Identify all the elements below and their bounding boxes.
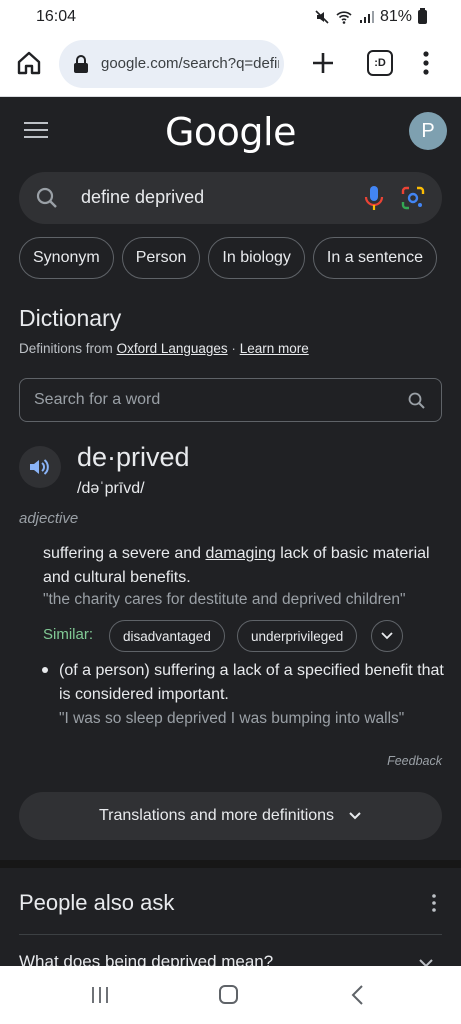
chevron-down-icon bbox=[349, 812, 361, 820]
translations-label: Translations and more definitions bbox=[98, 807, 335, 824]
lens-icon[interactable] bbox=[400, 185, 426, 211]
definition-1: suffering a severe and damaging lack of … bbox=[43, 542, 433, 590]
damaging-link[interactable]: damaging bbox=[205, 545, 275, 562]
status-icons: 81% bbox=[314, 8, 427, 26]
wifi-icon bbox=[336, 11, 352, 24]
back-icon[interactable] bbox=[350, 984, 364, 1006]
dictionary-word: de·prived bbox=[77, 442, 190, 472]
url-text: google.com/search?q=define+deprived bbox=[101, 55, 279, 72]
more-vert-icon[interactable] bbox=[430, 893, 438, 913]
dictionary-source: Definitions from Oxford Languages · Lear… bbox=[19, 341, 309, 356]
section-divider bbox=[0, 860, 461, 868]
translations-button[interactable]: Translations and more definitions bbox=[19, 792, 442, 840]
nav-home-icon[interactable] bbox=[219, 985, 238, 1004]
system-nav-bar bbox=[0, 966, 461, 1024]
avatar[interactable]: P bbox=[409, 112, 447, 150]
source-separator: · bbox=[231, 341, 236, 356]
tab-switcher-button[interactable]: :D bbox=[367, 50, 393, 76]
definition-1-text-a: suffering a severe and bbox=[43, 545, 206, 562]
dictionary-title: Dictionary bbox=[19, 305, 122, 331]
browser-toolbar: google.com/search?q=define+deprived :D bbox=[0, 34, 461, 97]
status-time: 16:04 bbox=[36, 8, 77, 25]
word-search-placeholder[interactable]: Search for a word bbox=[34, 391, 160, 409]
similar-chip-disadvantaged[interactable]: disadvantaged bbox=[109, 620, 225, 652]
definition-2: (of a person) suffering a lack of a spec… bbox=[59, 662, 444, 703]
mic-icon[interactable] bbox=[363, 184, 385, 212]
address-bar[interactable]: google.com/search?q=define+deprived bbox=[59, 40, 284, 88]
chip-in-a-sentence[interactable]: In a sentence bbox=[312, 237, 437, 279]
pronunciation-button[interactable] bbox=[19, 446, 61, 488]
similar-label: Similar: bbox=[43, 626, 94, 643]
signal-icon bbox=[359, 11, 374, 23]
search-input[interactable]: define deprived bbox=[81, 187, 204, 208]
google-logo[interactable]: Google bbox=[0, 110, 461, 154]
refinement-chips: Synonym Person In biology In a sentence bbox=[19, 237, 437, 279]
part-of-speech: adjective bbox=[19, 510, 79, 527]
search-icon bbox=[36, 187, 57, 208]
example-2: "I was so sleep deprived I was bumping i… bbox=[59, 710, 405, 727]
search-bar[interactable]: define deprived bbox=[19, 172, 442, 224]
lock-icon bbox=[74, 55, 88, 73]
similar-expand-button[interactable] bbox=[371, 620, 403, 652]
battery-icon bbox=[418, 8, 427, 24]
chip-person[interactable]: Person bbox=[121, 237, 201, 279]
status-bar: 16:04 81% bbox=[0, 0, 461, 34]
people-also-ask-title: People also ask bbox=[19, 890, 175, 915]
learn-more-link[interactable]: Learn more bbox=[240, 341, 309, 356]
chevron-down-icon bbox=[381, 632, 393, 640]
battery-percent: 81% bbox=[379, 8, 412, 25]
recents-icon[interactable] bbox=[91, 986, 109, 1004]
feedback-link[interactable]: Feedback bbox=[387, 754, 442, 768]
chip-in-biology[interactable]: In biology bbox=[208, 237, 305, 279]
mute-icon bbox=[315, 10, 329, 24]
search-icon[interactable] bbox=[407, 391, 427, 411]
plus-icon[interactable] bbox=[308, 48, 338, 78]
similar-chip-underprivileged[interactable]: underprivileged bbox=[237, 620, 358, 652]
example-1: "the charity cares for destitute and dep… bbox=[43, 591, 406, 608]
bullet bbox=[42, 667, 48, 673]
chip-synonym[interactable]: Synonym bbox=[19, 237, 114, 279]
home-icon[interactable] bbox=[14, 48, 44, 78]
word-search-field[interactable]: Search for a word bbox=[19, 378, 442, 422]
source-prefix: Definitions from bbox=[19, 341, 113, 356]
oxford-languages-link[interactable]: Oxford Languages bbox=[117, 341, 228, 356]
more-vert-icon[interactable] bbox=[418, 48, 434, 78]
paa-divider bbox=[19, 934, 442, 935]
phonetic-spelling: /dəˈprīvd/ bbox=[77, 480, 145, 497]
speaker-icon bbox=[30, 459, 49, 475]
